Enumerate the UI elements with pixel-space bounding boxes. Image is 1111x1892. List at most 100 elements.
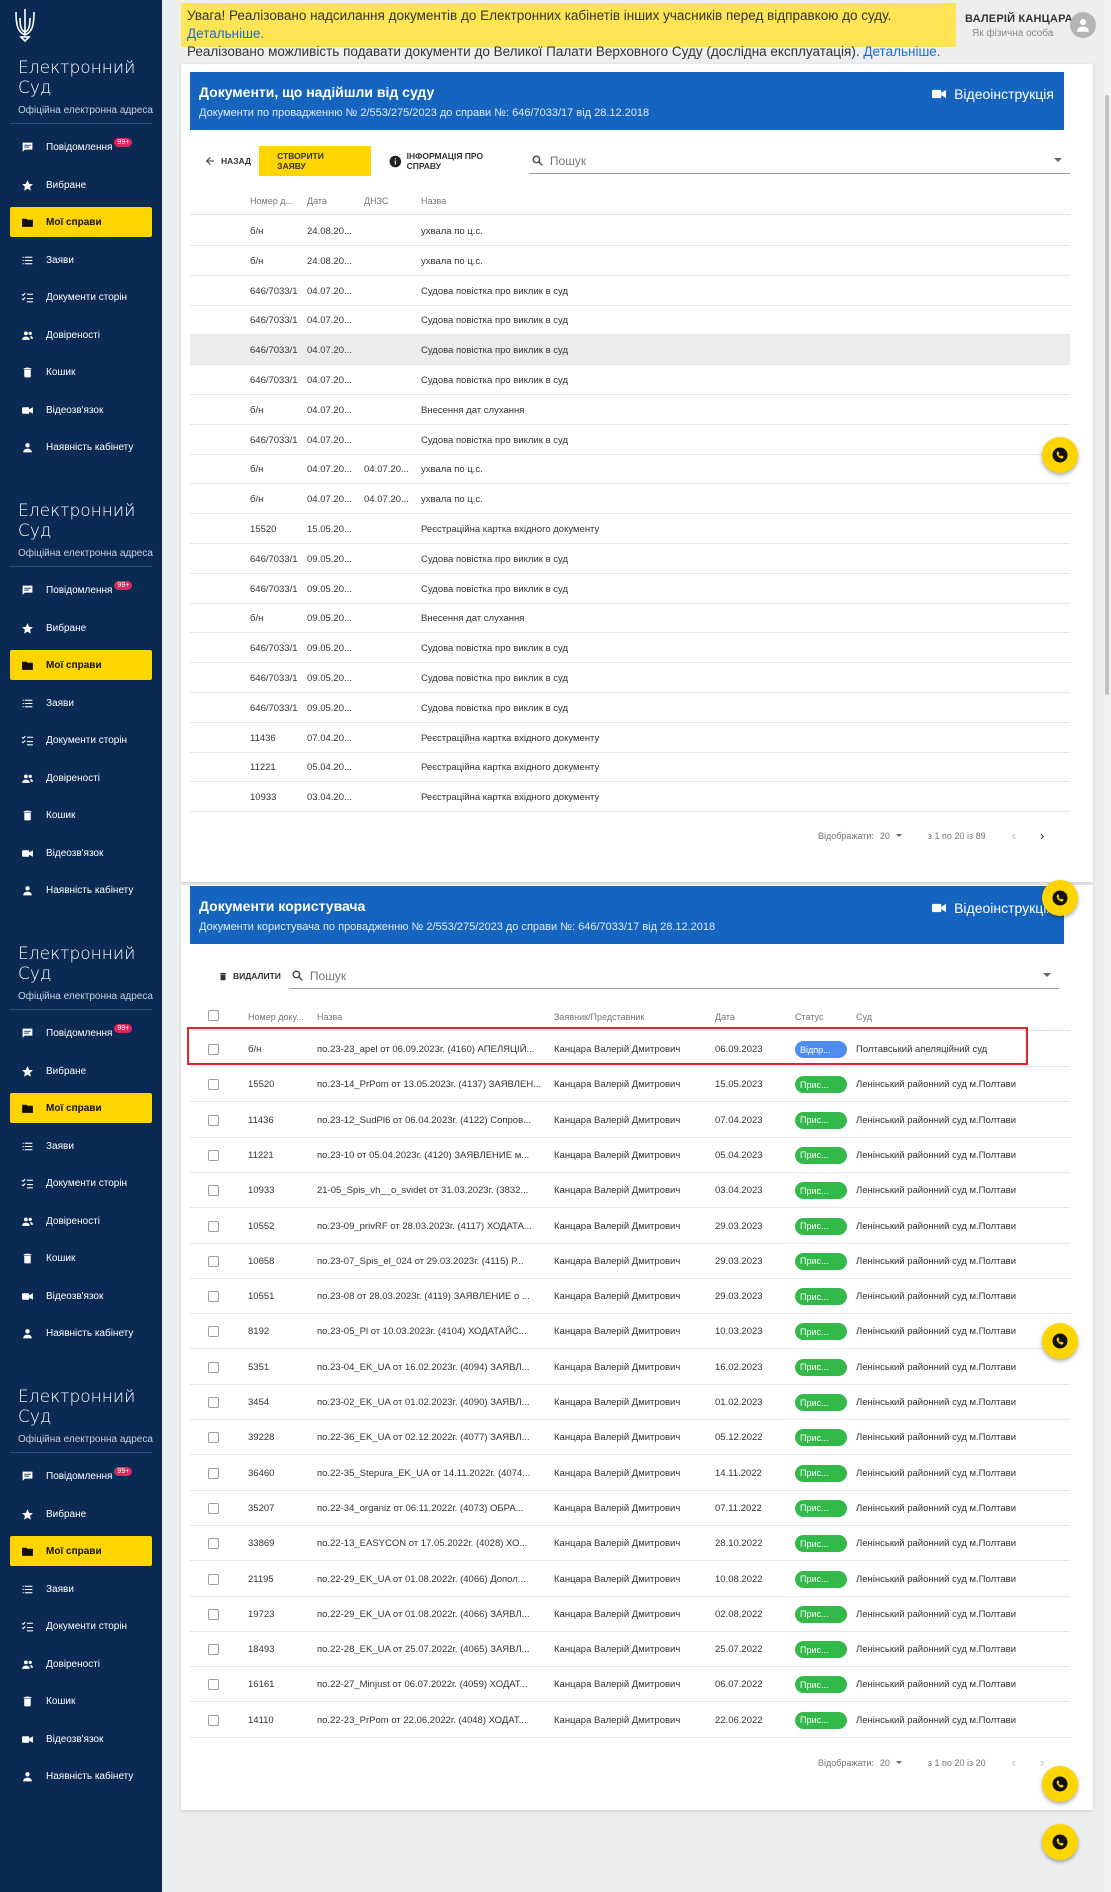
sidebar-item-video-call[interactable]: Відеозв'язок [10,395,152,425]
table-row[interactable]: 646/7033/1 09.05.20... Судова повістка про… [190,693,1070,723]
table-row[interactable]: 646/7033/1 09.05.20... Судова повістка про… [190,574,1070,604]
sidebar-item-party-documents[interactable]: Документи сторін [10,725,152,755]
row-checkbox[interactable] [208,1114,219,1126]
court-documents-search-input[interactable] [549,153,1050,168]
rows-per-page-select[interactable]: 20 [880,831,902,841]
table-row[interactable]: 35207 по.22-34_organiz от 06.11.2022г. (4… [190,1491,1070,1526]
sidebar-item-messages[interactable]: Повідомлення 99+ [10,132,152,162]
sidebar-item-applications[interactable]: Заяви [10,688,152,718]
table-row[interactable]: 33869 по.22-13_EASYCON от 17.05.2022г. (4… [190,1526,1070,1562]
prev-page-button[interactable]: ‹ [1012,1755,1016,1770]
user-documents-search[interactable] [288,963,1059,989]
table-row[interactable]: 14110 по.22-23_PrPom от 22.06.2022г. (404… [190,1703,1070,1738]
sidebar-item-favorites[interactable]: Вибране [10,613,152,643]
table-row[interactable]: 10933 03.04.20... Реєстраційна картка вхід… [190,782,1070,813]
call-button[interactable] [1042,437,1078,473]
table-row[interactable]: б/н 04.07.20... 04.07.20... ухвала по ц.с. [190,454,1070,485]
table-row[interactable]: 10658 по.23-07_Spis_el_024 от 29.03.2023г… [190,1244,1070,1279]
notice-link-1[interactable]: Детальніше. [187,26,264,41]
row-checkbox[interactable] [208,1502,219,1514]
column-header[interactable]: Статус [795,1012,823,1022]
sidebar-item-applications[interactable]: Заяви [10,1574,152,1604]
table-row[interactable]: 10551 по.23-08 от 28.03.2023г. (4119) ЗАЯ… [190,1279,1070,1315]
table-row[interactable]: 11436 по.23-12_SudPl6 от 06.04.2023г. (41… [190,1103,1070,1138]
table-row[interactable]: 646/7033/1 09.05.20... Судова повістка про… [190,663,1070,693]
row-checkbox[interactable] [208,1397,219,1408]
table-row[interactable]: б/н 24.08.20... ухвала по ц.с. [190,216,1070,246]
back-button[interactable]: НАЗАД [196,146,259,176]
scrollbar-thumb[interactable] [1105,95,1109,695]
sidebar-item-cabinet-check[interactable]: Наявність кабінету [10,1761,152,1791]
table-row[interactable]: 39228 по.22-36_EK_UA от 02.12.2022г. (407… [190,1420,1070,1456]
row-checkbox[interactable] [208,1185,219,1197]
table-row[interactable]: 19723 по.22-29_EK_UA от 01.08.2022г. (406… [190,1597,1070,1632]
official-address-link[interactable]: Офіційна електронна адреса [18,548,153,559]
chevron-down-icon[interactable] [1042,973,1051,977]
table-row[interactable]: 646/7033/1 04.07.20... Судова повістка про… [190,276,1070,306]
sidebar-item-video-call[interactable]: Відеозв'язок [10,1281,152,1311]
table-row[interactable]: 8192 по.23-05_Pl от 10.03.2023г. (4104) Х… [190,1314,1070,1350]
table-row[interactable]: 5351 по.23-04_EK_UA от 16.02.2023г. (4094… [190,1350,1070,1385]
next-page-button[interactable]: › [1040,828,1044,843]
table-row[interactable]: 15520 по.23-14_PrPom от 13.05.2023г. (413… [190,1067,1070,1103]
column-header[interactable]: Назва [421,196,446,206]
sidebar-item-trash[interactable]: Кошик [10,1686,152,1716]
call-button[interactable] [1042,1766,1078,1802]
sidebar-item-messages[interactable]: Повідомлення 99+ [10,1461,152,1491]
court-documents-search[interactable] [528,148,1070,174]
row-checkbox[interactable] [208,1467,219,1479]
sidebar-item-trash[interactable]: Кошик [10,357,152,387]
sidebar-item-party-documents[interactable]: Документи сторін [10,1611,152,1641]
sidebar-item-messages[interactable]: Повідомлення 99+ [10,1018,152,1048]
avatar[interactable] [1070,12,1096,38]
table-row[interactable]: б/н 04.07.20... 04.07.20... ухвала по ц.с. [190,484,1070,515]
column-header[interactable]: Номер доку... [248,1012,304,1022]
column-header[interactable]: ДНЗС [364,196,388,206]
rows-per-page-select[interactable]: 20 [880,1758,902,1768]
official-address-link[interactable]: Офіційна електронна адреса [18,1434,153,1445]
sidebar-item-applications[interactable]: Заяви [10,245,152,275]
create-application-button[interactable]: СТВОРИТИ ЗАЯВУ [259,146,371,176]
sidebar-item-applications[interactable]: Заяви [10,1131,152,1161]
column-header[interactable]: Суд [856,1012,872,1022]
table-row[interactable]: 36460 по.22-35_Stepura_EK_UA от 14.11.202… [190,1456,1070,1491]
table-row[interactable]: 10552 по.23-09_privRF от 28.03.2023г. (41… [190,1209,1070,1244]
video-instruction-link[interactable]: Відеоінструкція [932,86,1054,102]
select-all-checkbox[interactable] [208,1010,219,1021]
notice-link-2[interactable]: Детальніше. [863,44,940,59]
table-row[interactable]: 646/7033/1 09.05.20... Судова повістка про… [190,544,1070,574]
table-row[interactable]: 10933 21-05_Spis_vh__o_svidet от 31.03.20… [190,1173,1070,1209]
prev-page-button[interactable]: ‹ [1012,828,1016,843]
table-row[interactable]: 646/7033/1 04.07.20... Судова повістка про… [190,335,1070,366]
sidebar-item-party-documents[interactable]: Документи сторін [10,1168,152,1198]
app-title[interactable]: Електронний Суд [18,1387,148,1427]
row-checkbox[interactable] [208,1432,219,1444]
sidebar-item-trash[interactable]: Кошик [10,800,152,830]
sidebar-item-video-call[interactable]: Відеозв'язок [10,1724,152,1754]
table-row[interactable]: 646/7033/1 04.07.20... Судова повістка про… [190,305,1070,336]
table-row[interactable]: 646/7033/1 04.07.20... Судова повістка про… [190,365,1070,395]
call-button[interactable] [1042,1323,1078,1359]
table-row[interactable]: б/н 24.08.20... ухвала по ц.с. [190,246,1070,276]
sidebar-item-powers-of-attorney[interactable]: Довіреності [10,320,152,350]
sidebar-item-messages[interactable]: Повідомлення 99+ [10,575,152,605]
sidebar-item-my-cases[interactable]: Мої справи [10,207,152,237]
table-row[interactable]: 11436 07.04.20... Реєстраційна картка вхід… [190,723,1070,753]
official-address-link[interactable]: Офіційна електронна адреса [18,105,153,116]
row-checkbox[interactable] [208,1714,219,1726]
sidebar-item-my-cases[interactable]: Мої справи [10,1536,152,1566]
sidebar-item-favorites[interactable]: Вибране [10,1499,152,1529]
sidebar-item-powers-of-attorney[interactable]: Довіреності [10,763,152,793]
sidebar-item-favorites[interactable]: Вибране [10,1056,152,1086]
row-checkbox[interactable] [208,1079,219,1091]
chevron-down-icon[interactable] [1053,158,1062,162]
call-button[interactable] [1042,880,1078,916]
table-row[interactable]: 11221 05.04.20... Реєстраційна картка вхід… [190,752,1070,783]
user-documents-search-input[interactable] [309,968,1010,983]
app-title[interactable]: Електронний Суд [18,501,148,541]
table-row[interactable]: б/н 09.05.20... Внесення дат слухання [190,603,1070,634]
table-row[interactable]: 21195 по.22-29_EK_UA от 01.08.2022г. (406… [190,1562,1070,1597]
row-checkbox[interactable] [208,1608,219,1620]
row-checkbox[interactable] [208,1220,219,1232]
row-checkbox[interactable] [208,1538,219,1550]
